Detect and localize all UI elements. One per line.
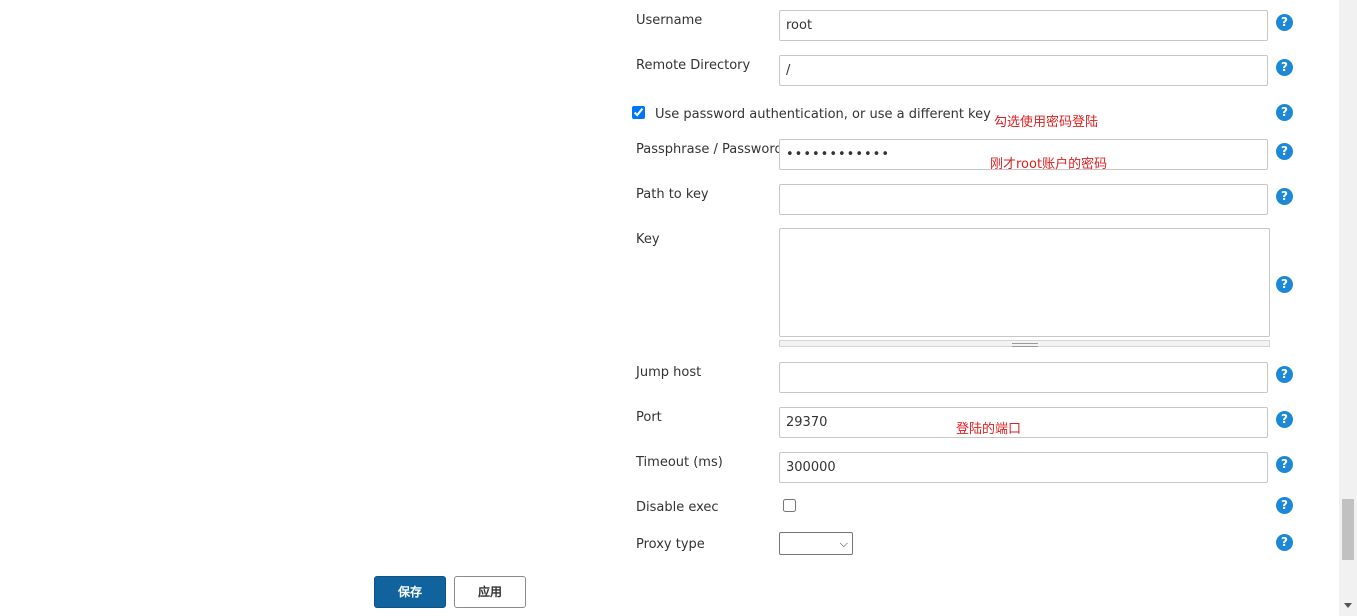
help-icon[interactable]: ? bbox=[1276, 497, 1293, 514]
help-icon[interactable]: ? bbox=[1276, 366, 1293, 383]
scroll-down-arrow-icon[interactable] bbox=[1344, 603, 1352, 608]
key-label: Key bbox=[636, 232, 660, 247]
help-icon[interactable]: ? bbox=[1276, 59, 1293, 76]
remote-directory-input[interactable] bbox=[779, 55, 1268, 86]
help-icon[interactable]: ? bbox=[1276, 534, 1293, 551]
jump-host-input[interactable] bbox=[779, 362, 1268, 393]
help-icon[interactable]: ? bbox=[1276, 276, 1293, 293]
save-button[interactable]: 保存 bbox=[374, 576, 446, 608]
timeout-input[interactable] bbox=[779, 452, 1268, 483]
key-textarea[interactable] bbox=[779, 228, 1270, 337]
annotation-password: 刚才root账户的密码 bbox=[990, 157, 1108, 172]
scrollbar-thumb[interactable] bbox=[1342, 499, 1354, 560]
disable-exec-label: Disable exec bbox=[636, 500, 719, 515]
help-icon[interactable]: ? bbox=[1276, 456, 1293, 473]
path-to-key-input[interactable] bbox=[779, 184, 1268, 215]
port-input[interactable] bbox=[779, 407, 1268, 438]
apply-button[interactable]: 应用 bbox=[454, 576, 526, 608]
help-icon[interactable]: ? bbox=[1276, 104, 1293, 121]
textarea-resize-handle[interactable] bbox=[779, 340, 1270, 347]
username-label: Username bbox=[636, 13, 703, 28]
help-icon[interactable]: ? bbox=[1276, 143, 1293, 160]
path-to-key-label: Path to key bbox=[636, 187, 709, 202]
annotation-use-password: 勾选使用密码登陆 bbox=[994, 115, 1099, 130]
page-scrollbar[interactable] bbox=[1339, 0, 1357, 616]
help-icon[interactable]: ? bbox=[1276, 411, 1293, 428]
timeout-label: Timeout (ms) bbox=[636, 455, 723, 470]
proxy-type-label: Proxy type bbox=[636, 537, 705, 552]
proxy-type-select[interactable]: ⌵ bbox=[779, 532, 853, 555]
chevron-down-icon: ⌵ bbox=[839, 537, 848, 550]
disable-exec-checkbox[interactable] bbox=[783, 499, 796, 512]
help-icon[interactable]: ? bbox=[1276, 14, 1293, 31]
help-icon[interactable]: ? bbox=[1276, 188, 1293, 205]
jump-host-label: Jump host bbox=[636, 365, 702, 380]
passphrase-label: Passphrase / Password bbox=[636, 142, 783, 157]
annotation-port: 登陆的端口 bbox=[956, 422, 1022, 437]
use-password-auth-checkbox[interactable] bbox=[632, 106, 645, 119]
port-label: Port bbox=[636, 410, 662, 425]
use-password-auth-label: Use password authentication, or use a di… bbox=[655, 107, 991, 122]
remote-directory-label: Remote Directory bbox=[636, 58, 751, 73]
username-input[interactable] bbox=[779, 10, 1268, 41]
